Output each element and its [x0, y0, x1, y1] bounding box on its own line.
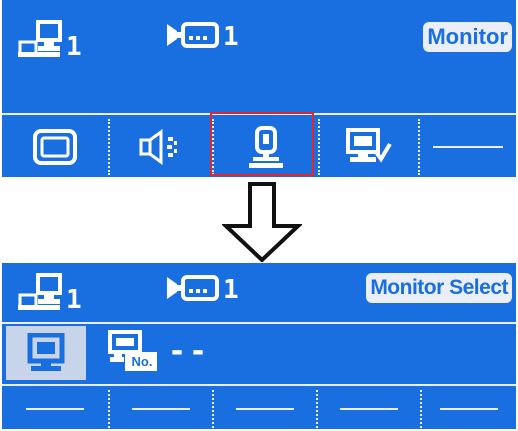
monitor-select-row: No. -- [2, 322, 516, 384]
camera-status: 1 [165, 273, 239, 303]
empty-slot-dash [236, 407, 294, 410]
status-bar: 1 1 Monitor [2, 10, 516, 62]
monitor-status: 1 [18, 20, 82, 60]
mode-label: Monitor [423, 22, 512, 52]
empty-slot [110, 386, 212, 429]
empty-slot-dash [433, 146, 503, 148]
monitor-screen-after: 1 1 Monitor Select No. -- [2, 263, 516, 429]
empty-slot [2, 386, 108, 429]
monitor-tab-selected[interactable] [6, 326, 86, 380]
camera-count: 1 [223, 275, 239, 305]
selection-highlight [210, 112, 314, 176]
empty-slot [422, 386, 516, 429]
empty-slot-dash [340, 407, 398, 410]
function-toolbar [2, 384, 516, 429]
audio-button[interactable] [110, 115, 212, 177]
monitor-count: 1 [66, 32, 82, 62]
empty-slot-dash [440, 407, 498, 410]
monitor-check-icon [346, 128, 392, 163]
display-icon [33, 129, 77, 165]
camera-status: 1 [165, 20, 239, 50]
camera-icon [167, 22, 219, 48]
monitor-keyboard-icon [18, 20, 62, 57]
camera-icon [167, 275, 219, 301]
empty-slot-dash [132, 407, 190, 410]
empty-slot [318, 386, 420, 429]
monitor-status: 1 [18, 273, 82, 313]
empty-slot [214, 386, 316, 429]
monitor-number-label: No. [131, 354, 153, 369]
status-bar: 1 1 Monitor Select [2, 263, 516, 315]
camera-count: 1 [223, 22, 239, 52]
mode-label: Monitor Select [366, 273, 512, 303]
monitor-check-button[interactable] [320, 115, 418, 177]
monitor-icon [27, 333, 65, 371]
monitor-number-value: -- [168, 333, 211, 369]
speaker-icon [139, 129, 177, 165]
monitor-number-field[interactable]: No. -- [108, 330, 210, 372]
monitor-count: 1 [66, 285, 82, 315]
empty-slot [420, 115, 516, 177]
monitor-keyboard-icon [18, 273, 62, 310]
display-button[interactable] [2, 115, 108, 177]
arrow-down-icon [222, 182, 302, 262]
empty-slot-dash [26, 407, 84, 410]
